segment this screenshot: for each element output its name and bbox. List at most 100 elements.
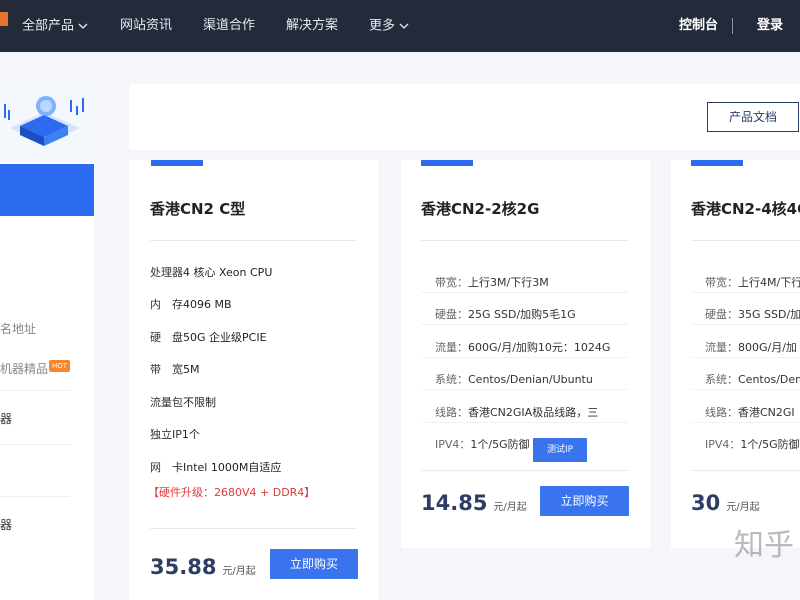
nav-all-products-label: 全部产品 bbox=[22, 18, 75, 34]
spec-value: 香港CN2GIA极品线路，三 bbox=[468, 406, 599, 419]
spec-value: 1个/5G防御 bbox=[470, 438, 530, 451]
spec-bandwidth: 带宽：上行3M/下行3M bbox=[435, 274, 549, 290]
spec-value: 50G 企业级PCIE bbox=[183, 331, 267, 344]
sidebar: 名地址 机器精品 HOT 器 器 bbox=[0, 84, 94, 600]
spec-label: 带宽： bbox=[435, 276, 468, 289]
spec-label: 独立IP bbox=[150, 428, 182, 441]
header-card: 产品文档 bbox=[129, 84, 800, 150]
sidebar-item-server-2[interactable]: 器 bbox=[0, 516, 12, 533]
spec-row-divider bbox=[421, 389, 628, 390]
spec-value: 4096 MB bbox=[183, 298, 232, 311]
spec-value: Centos/Den bbox=[738, 373, 800, 386]
spec-label: 流量： bbox=[435, 341, 468, 354]
spec-row-divider bbox=[691, 422, 800, 423]
spec-label: 系统： bbox=[705, 373, 738, 386]
nav-solutions[interactable]: 解决方案 bbox=[286, 0, 338, 52]
spec-value: 35G SSD/加 bbox=[738, 308, 800, 321]
nav-more[interactable]: 更多 bbox=[369, 0, 409, 52]
card-accent-bar bbox=[421, 160, 473, 166]
nav-console[interactable]: 控制台 bbox=[679, 0, 718, 52]
spec-label: 线路： bbox=[435, 406, 468, 419]
card-title: 香港CN2-4核4G bbox=[691, 200, 800, 218]
spec-row-divider bbox=[691, 389, 800, 390]
spec-cpu: 处理器4 核心 Xeon CPU bbox=[150, 264, 272, 280]
sidebar-divider bbox=[0, 496, 70, 497]
spec-label: 流量： bbox=[705, 341, 738, 354]
card-divider bbox=[421, 240, 628, 241]
spec-label: 处理器 bbox=[150, 266, 183, 279]
spec-row-divider bbox=[691, 324, 800, 325]
logo-fragment[interactable] bbox=[0, 12, 8, 26]
nav-channel[interactable]: 渠道合作 bbox=[203, 0, 255, 52]
price-value: 30 bbox=[691, 491, 721, 515]
spec-label: 网 卡 bbox=[150, 461, 183, 474]
test-ip-button[interactable]: 测试IP bbox=[533, 438, 587, 462]
spec-bandwidth: 带 宽5M bbox=[150, 361, 200, 377]
sidebar-divider bbox=[0, 444, 70, 445]
spec-os: 系统：Centos/Den bbox=[705, 371, 800, 387]
nav-more-label: 更多 bbox=[369, 18, 396, 34]
buy-now-button[interactable]: 立即购买 bbox=[270, 549, 358, 579]
spec-label: 带宽： bbox=[705, 276, 738, 289]
spec-label: 系统： bbox=[435, 373, 468, 386]
sidebar-item-server-1[interactable]: 器 bbox=[0, 410, 12, 427]
nav-news[interactable]: 网站资讯 bbox=[120, 0, 172, 52]
spec-bandwidth: 带宽：上行4M/下行4 bbox=[705, 274, 800, 290]
spec-value: 不限制 bbox=[183, 396, 216, 409]
card-accent-bar bbox=[691, 160, 743, 166]
spec-label: 线路： bbox=[705, 406, 738, 419]
card-title: 香港CN2 C型 bbox=[150, 200, 246, 218]
card-divider bbox=[150, 240, 357, 241]
buy-now-button[interactable]: 立即购买 bbox=[540, 486, 629, 516]
product-card-c: 香港CN2 C型 处理器4 核心 Xeon CPU 内 存4096 MB 硬 盘… bbox=[129, 160, 378, 600]
spec-label: 带 宽 bbox=[150, 363, 183, 376]
spec-ip: 独立IP1个 bbox=[150, 426, 200, 442]
spec-row-divider bbox=[421, 324, 628, 325]
card-accent-bar bbox=[151, 160, 203, 166]
card-title: 香港CN2-2核2G bbox=[421, 200, 540, 218]
spec-label: IPV4： bbox=[705, 438, 741, 451]
spec-value: Intel 1000M自适应 bbox=[183, 461, 282, 474]
spec-disk: 硬 盘50G 企业级PCIE bbox=[150, 329, 267, 345]
chevron-down-icon bbox=[78, 0, 88, 52]
card-divider bbox=[691, 240, 800, 241]
spec-traffic: 流量包不限制 bbox=[150, 394, 216, 410]
spec-traffic: 流量：600G/月/加购10元：1024G bbox=[435, 339, 610, 355]
spec-memory: 内 存4096 MB bbox=[150, 296, 232, 312]
spec-label: 流量包 bbox=[150, 396, 183, 409]
sidebar-item-address[interactable]: 名地址 bbox=[0, 320, 36, 337]
nav-login[interactable]: 登录 bbox=[757, 0, 783, 52]
spec-disk: 硬盘：35G SSD/加 bbox=[705, 306, 800, 322]
sidebar-divider bbox=[0, 390, 70, 391]
spec-ipv4: IPV4：1个/5G防御 bbox=[435, 436, 530, 452]
price: 30 元/月起 bbox=[691, 491, 760, 515]
sidebar-item-active[interactable] bbox=[0, 164, 94, 216]
price-value: 35.88 bbox=[150, 555, 217, 579]
sidebar-item-boutique[interactable]: 机器精品 HOT bbox=[0, 360, 71, 377]
price-unit: 元/月起 bbox=[726, 502, 760, 513]
spec-row-divider bbox=[421, 357, 628, 358]
spec-label: 硬盘： bbox=[435, 308, 468, 321]
spec-value: 香港CN2GI bbox=[738, 406, 795, 419]
spec-value: 800G/月/加 bbox=[738, 341, 797, 354]
spec-label: 内 存 bbox=[150, 298, 183, 311]
price-value: 14.85 bbox=[421, 491, 488, 515]
spec-label: 硬盘： bbox=[705, 308, 738, 321]
card-divider bbox=[421, 470, 628, 471]
card-divider bbox=[691, 470, 800, 471]
price: 14.85 元/月起 bbox=[421, 491, 527, 515]
spec-nic: 网 卡Intel 1000M自适应 bbox=[150, 459, 281, 475]
top-nav: 全部产品 网站资讯 渠道合作 解决方案 更多 控制台 登录 bbox=[0, 0, 800, 52]
product-card-2c2g: 香港CN2-2核2G 带宽：上行3M/下行3M 硬盘：25G SSD/加购5毛1… bbox=[401, 160, 650, 548]
nav-all-products[interactable]: 全部产品 bbox=[22, 0, 88, 52]
spec-value: 1个 bbox=[181, 428, 200, 441]
spec-row-divider bbox=[691, 357, 800, 358]
price-unit: 元/月起 bbox=[493, 502, 527, 513]
spec-ipv4: IPV4：1个/5G防御 bbox=[705, 436, 800, 452]
spec-line: 线路：香港CN2GI bbox=[705, 404, 795, 420]
product-docs-button[interactable]: 产品文档 bbox=[707, 102, 799, 132]
spec-label: IPV4： bbox=[435, 438, 471, 451]
spec-row-divider bbox=[421, 292, 628, 293]
spec-label: 硬 盘 bbox=[150, 331, 183, 344]
sidebar-item-boutique-label: 机器精品 bbox=[0, 362, 49, 376]
